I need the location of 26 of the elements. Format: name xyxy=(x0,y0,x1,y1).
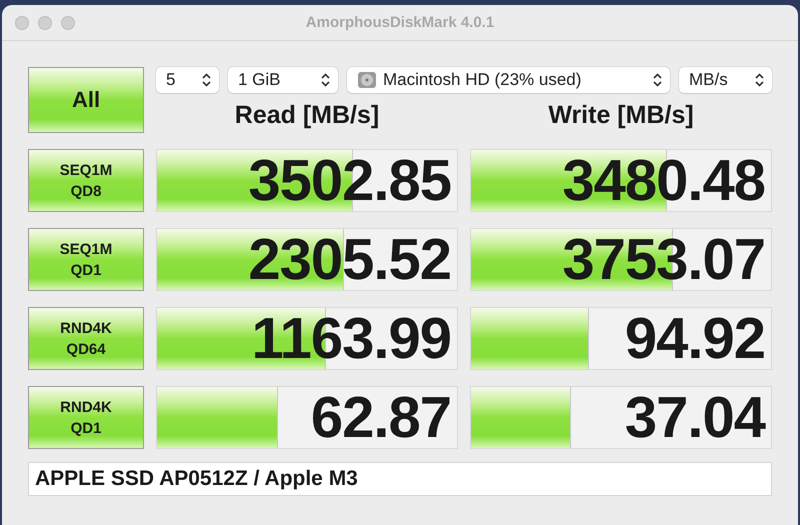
test-button[interactable]: SEQ1M QD1 xyxy=(28,228,144,291)
dropdown[interactable]: MB/s xyxy=(679,67,772,93)
result-value: 3480.48 xyxy=(562,152,765,210)
hard-drive-icon xyxy=(357,70,377,90)
device-field: APPLE SSD AP0512Z / Apple M3 xyxy=(28,462,772,496)
dropdown[interactable]: Macintosh HD (23% used) xyxy=(347,67,670,93)
window-control[interactable] xyxy=(61,16,75,30)
chevron-icon xyxy=(202,73,211,87)
window-title: AmorphousDiskMark 4.0.1 xyxy=(306,14,494,31)
result-value: 62.87 xyxy=(310,388,451,446)
result-value: 94.92 xyxy=(624,310,765,368)
result-value: 3502.85 xyxy=(248,152,451,210)
dropdown[interactable]: 1 GiB xyxy=(228,67,338,93)
chevron-icon xyxy=(321,73,330,87)
chevron-icon xyxy=(755,73,764,87)
result-value: 37.04 xyxy=(624,388,765,446)
test-button[interactable]: RND4K QD64 xyxy=(28,307,144,370)
test-button[interactable]: SEQ1M QD8 xyxy=(28,149,144,212)
column-header: Read [MB/s] xyxy=(234,100,380,131)
column-header: Write [MB/s] xyxy=(547,100,695,131)
window-control[interactable] xyxy=(38,16,52,30)
all-button[interactable]: All xyxy=(28,67,144,133)
test-button[interactable]: RND4K QD1 xyxy=(28,386,144,449)
dropdown[interactable]: 5 xyxy=(156,67,219,93)
chevron-icon xyxy=(653,73,662,87)
window-control[interactable] xyxy=(15,16,29,30)
